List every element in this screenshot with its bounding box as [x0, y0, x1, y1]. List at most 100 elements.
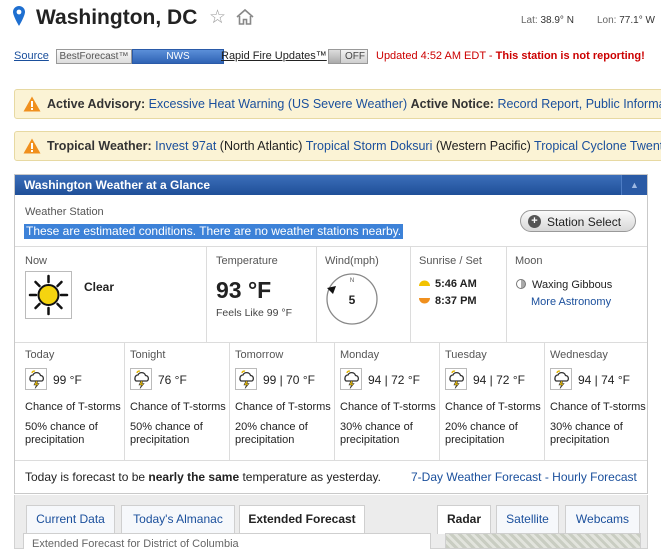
tab-satellite[interactable]: Satellite: [496, 505, 559, 533]
moon-phase: Waxing Gibbous: [532, 279, 613, 291]
tab-webcams[interactable]: Webcams: [565, 505, 640, 533]
station-select-label: Station Select: [547, 215, 622, 229]
forecast-description: Chance of T-storms: [445, 401, 541, 413]
divider: [316, 246, 317, 342]
hourly-forecast-link[interactable]: Hourly Forecast: [552, 470, 637, 484]
source-row: Source BestForecast™ NWS Rapid Fire Upda…: [14, 49, 654, 65]
forecast-temps: 94 | 72 °F: [473, 373, 525, 387]
radar-map[interactable]: [445, 533, 641, 549]
update-status: Updated 4:52 AM EDT - This station is no…: [376, 50, 645, 62]
forecast-day: Today 99 °F Chance of T-storms 50% chance o…: [25, 345, 130, 460]
toggle-knob: [329, 50, 341, 63]
forecast-description: Chance of T-storms: [340, 401, 436, 413]
precip-chance: 30% chance of precipitation: [550, 421, 623, 446]
thunderstorm-icon: [25, 368, 47, 390]
tropical-bar: Tropical Weather: Invest 97at (North Atl…: [14, 131, 661, 161]
condition-text: Clear: [84, 280, 115, 294]
public-information-link[interactable]: Public Information: [586, 97, 661, 111]
forecast-description: Chance of T-storms: [130, 401, 226, 413]
doksuri-link[interactable]: Tropical Storm Doksuri: [306, 139, 433, 153]
station-note: These are estimated conditions. There ar…: [24, 224, 404, 239]
forecast-day: Tonight 76 °F Chance of T-storms 50% chance…: [130, 345, 235, 460]
rapid-fire-toggle[interactable]: OFF: [328, 49, 368, 64]
divider: [229, 342, 230, 460]
region-western-pacific: (Western Pacific): [435, 139, 531, 153]
forecast-links: 7-Day Weather Forecast - Hourly Forecast: [411, 470, 637, 484]
plus-icon: +: [528, 215, 541, 228]
forecast-day-label: Monday: [340, 349, 380, 361]
thunderstorm-icon: [130, 368, 152, 390]
home-icon[interactable]: [235, 8, 255, 26]
wind-direction: N: [350, 278, 354, 284]
bestforecast-button[interactable]: BestForecast™: [56, 49, 132, 64]
precip-chance: 20% chance of precipitation: [235, 421, 308, 446]
source-link[interactable]: Source: [14, 50, 49, 62]
forecast-temps: 94 | 72 °F: [368, 373, 420, 387]
divider: [506, 246, 507, 342]
wind-label: Wind(mph): [325, 255, 379, 267]
forecast-comparison: Today is forecast to be nearly the same …: [25, 470, 381, 484]
sunrise-time: 5:46 AM: [435, 278, 477, 290]
forecast-description: Chance of T-storms: [550, 401, 646, 413]
temperature-label: Temperature: [216, 255, 278, 267]
cyclone-twentyone-link[interactable]: Tropical Cyclone Twentyone: [534, 139, 661, 153]
glance-panel: Washington Weather at a Glance ▲ Weather…: [14, 174, 648, 494]
forecast-temps: 99 | 70 °F: [263, 373, 315, 387]
tropical-label: Tropical Weather:: [47, 139, 152, 153]
extended-forecast-heading: Extended Forecast for District of Columb…: [32, 538, 239, 550]
moon-phase-icon: [516, 279, 526, 289]
divider: [206, 246, 207, 342]
forecast-temps: 76 °F: [158, 373, 187, 387]
now-label: Now: [25, 255, 48, 267]
feels-like: Feels Like 99 °F: [216, 307, 292, 319]
favorite-star-icon[interactable]: ☆: [209, 6, 226, 29]
advisory-label: Active Advisory:: [47, 97, 146, 111]
more-astronomy-link[interactable]: More Astronomy: [531, 296, 611, 308]
sunset-time: 8:37 PM: [435, 295, 477, 307]
forecast-temps: 94 | 74 °F: [578, 373, 630, 387]
invest-97at-link[interactable]: Invest 97at: [155, 139, 216, 153]
forecast-day-label: Tonight: [130, 349, 166, 361]
thunderstorm-icon: [340, 368, 362, 390]
notice-label: Active Notice:: [410, 97, 494, 111]
precip-chance: 30% chance of precipitation: [340, 421, 413, 446]
tab-current-data[interactable]: Current Data: [26, 505, 115, 533]
sunset-icon: [419, 298, 430, 304]
toggle-state: OFF: [345, 51, 365, 62]
rapid-fire-link[interactable]: Rapid Fire Updates™: [221, 50, 327, 62]
divider: [544, 342, 545, 460]
wind-compass-icon: N 5: [326, 273, 378, 325]
thunderstorm-icon: [550, 368, 572, 390]
forecast-temps: 99 °F: [53, 373, 82, 387]
tab-todays-almanac[interactable]: Today's Almanac: [121, 505, 235, 533]
divider: [439, 342, 440, 460]
warning-icon: [23, 96, 41, 112]
tab-extended-forecast[interactable]: Extended Forecast: [239, 505, 365, 534]
tab-bar: Current Data Today's Almanac Extended Fo…: [14, 495, 648, 550]
sunrise-icon: [419, 280, 430, 286]
divider: [15, 342, 647, 343]
7-day-forecast-link[interactable]: 7-Day Weather Forecast: [411, 470, 542, 484]
collapse-icon[interactable]: ▲: [621, 175, 647, 195]
warning-icon: [23, 138, 41, 154]
divider: [334, 342, 335, 460]
record-report-link[interactable]: Record Report,: [497, 97, 582, 111]
wind-compass: N 5: [325, 272, 379, 326]
extended-forecast-content: Extended Forecast for District of Columb…: [23, 533, 431, 550]
clear-weather-icon: [25, 271, 72, 319]
precip-chance: 50% chance of precipitation: [25, 421, 98, 446]
forecast-day-label: Tomorrow: [235, 349, 284, 361]
advisory-bar: Active Advisory: Excessive Heat Warning …: [14, 89, 661, 119]
forecast-day: Tuesday 94 | 72 °F Chance of T-storms 20% c…: [445, 345, 550, 460]
forecast-day-label: Today: [25, 349, 55, 361]
advisory-link[interactable]: Excessive Heat Warning (US Severe Weathe…: [149, 97, 407, 111]
tab-radar[interactable]: Radar: [437, 505, 491, 534]
nws-button[interactable]: NWS: [132, 49, 224, 64]
divider: [15, 246, 647, 247]
location-pin-icon: [13, 6, 25, 26]
latitude: Lat: 38.9° N: [521, 15, 574, 26]
station-select-button[interactable]: + Station Select: [520, 210, 636, 232]
thunderstorm-icon: [445, 368, 467, 390]
forecast-day: Tomorrow 99 | 70 °F Chance of T-storms 20% …: [235, 345, 340, 460]
moon-label: Moon: [515, 255, 543, 267]
